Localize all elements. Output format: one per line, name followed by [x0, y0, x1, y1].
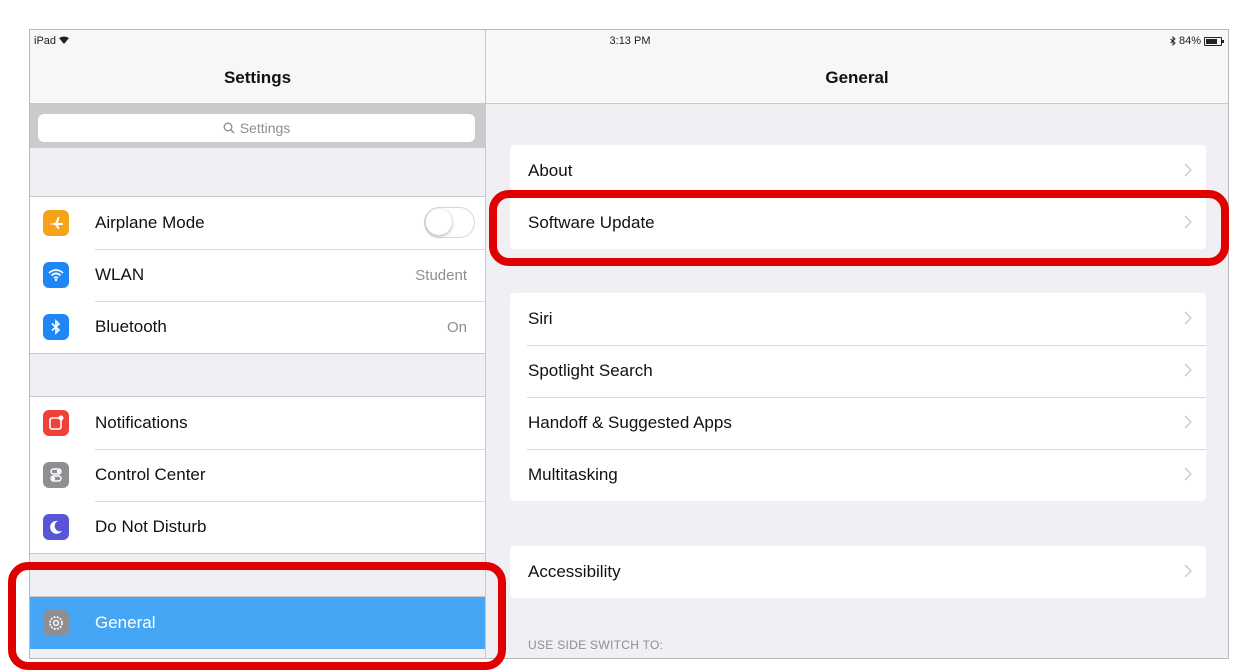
accessibility-group: Accessibility [510, 546, 1206, 598]
connectivity-group: Airplane Mode WLAN Student Bluetooth On [30, 196, 485, 354]
list-item-label: Siri [528, 309, 553, 328]
toggle-knob [426, 209, 452, 235]
sidebar-item-label: Control Center [95, 465, 206, 484]
status-battery: 84% [1170, 35, 1224, 47]
chevron-right-icon [1184, 467, 1192, 481]
general-detail-pane: General About Software Update Siri Spotl… [486, 30, 1228, 658]
sidebar-item-label: Do Not Disturb [95, 517, 207, 536]
sidebar-item-airplane-mode[interactable]: Airplane Mode [30, 197, 485, 249]
list-item-label: Accessibility [528, 562, 621, 581]
chevron-right-icon [1184, 311, 1192, 325]
sidebar-item-label: Bluetooth [95, 317, 167, 336]
list-item-siri[interactable]: Siri [510, 293, 1206, 345]
section-header-side-switch: USE SIDE SWITCH TO: [528, 638, 664, 652]
chevron-right-icon [1184, 163, 1192, 177]
sidebar-item-bluetooth[interactable]: Bluetooth On [30, 301, 485, 353]
sidebar-item-notifications[interactable]: Notifications [30, 397, 485, 449]
search-input[interactable]: Settings [38, 114, 475, 142]
sidebar-item-label: Airplane Mode [95, 213, 205, 232]
wifi-icon [43, 262, 69, 288]
airplane-mode-toggle[interactable] [424, 207, 475, 238]
chevron-right-icon [1184, 415, 1192, 429]
sidebar-item-label: WLAN [95, 265, 145, 284]
sidebar-item-label: Notifications [95, 413, 188, 432]
list-item-label: Handoff & Suggested Apps [528, 413, 732, 432]
device-name: iPad [34, 35, 57, 47]
bluetooth-status-icon [1170, 36, 1176, 46]
search-placeholder: Settings [239, 120, 291, 136]
battery-icon [1204, 36, 1224, 46]
sidebar-item-wlan[interactable]: WLAN Student [30, 249, 485, 301]
control-center-icon [43, 462, 69, 488]
status-time: 3:13 PM [609, 35, 651, 47]
status-device: iPad [34, 35, 70, 47]
list-item-handoff[interactable]: Handoff & Suggested Apps [510, 397, 1206, 449]
sidebar-item-do-not-disturb[interactable]: Do Not Disturb [30, 501, 485, 553]
chevron-right-icon [1184, 363, 1192, 377]
chevron-right-icon [1184, 564, 1192, 578]
bluetooth-value: On [446, 318, 467, 336]
list-item-multitasking[interactable]: Multitasking [510, 449, 1206, 501]
wlan-value: Student [415, 266, 467, 284]
search-icon [223, 122, 235, 134]
battery-percentage: 84% [1178, 35, 1201, 47]
airplane-icon [43, 210, 69, 236]
list-item-label: Multitasking [528, 465, 618, 484]
list-item-label: About [528, 161, 573, 180]
list-item-label: Spotlight Search [528, 361, 653, 380]
list-item-spotlight-search[interactable]: Spotlight Search [510, 345, 1206, 397]
notifications-group: Notifications Control Center Do Not Dist… [30, 396, 485, 554]
wifi-signal-icon [59, 36, 70, 44]
sidebar-title: Settings [223, 68, 292, 87]
general-highlight [8, 562, 506, 670]
sidebar-item-control-center[interactable]: Control Center [30, 449, 485, 501]
software-update-highlight [489, 190, 1229, 266]
list-item-accessibility[interactable]: Accessibility [510, 546, 1206, 598]
notifications-icon [43, 410, 69, 436]
status-bar: iPad 3:13 PM 84% [30, 30, 1228, 52]
bluetooth-icon [43, 314, 69, 340]
features-group: Siri Spotlight Search Handoff & Suggeste… [510, 293, 1206, 501]
moon-icon [43, 514, 69, 540]
search-bar-area: Settings [30, 104, 485, 148]
page-title: General [825, 68, 889, 87]
